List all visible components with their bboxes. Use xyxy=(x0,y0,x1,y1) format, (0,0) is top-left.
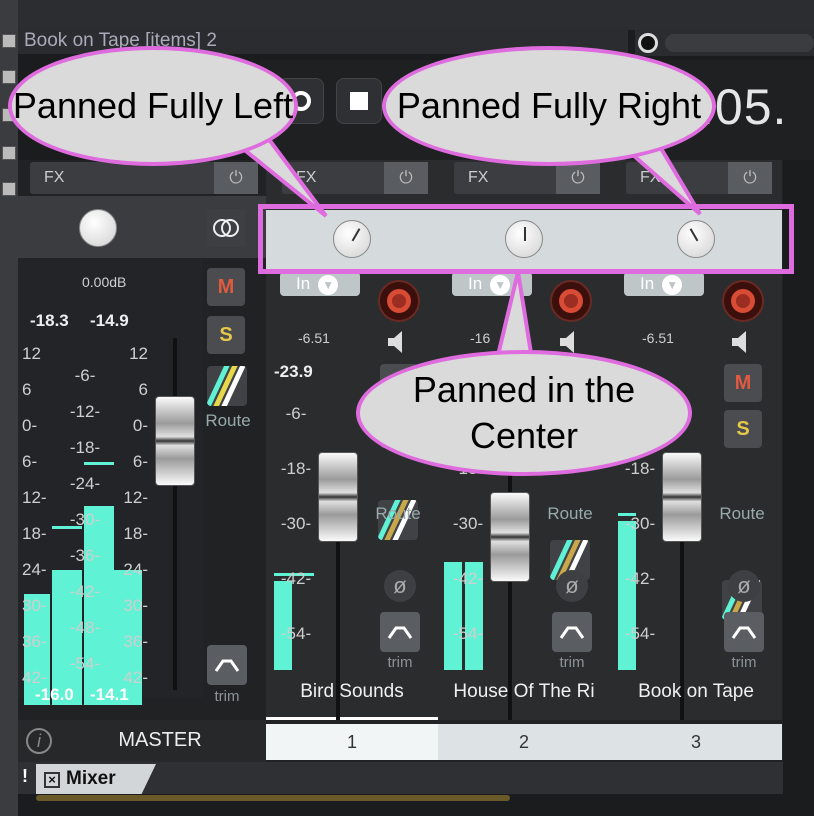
callout-panned-right: Panned Fully Right xyxy=(382,46,716,166)
callout-panned-left: Panned Fully Left xyxy=(8,46,298,166)
callout-panned-center: Panned in the Center xyxy=(356,350,692,476)
